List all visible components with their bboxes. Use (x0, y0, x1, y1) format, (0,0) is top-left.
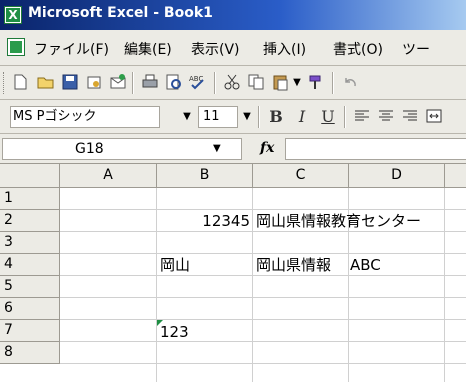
row-header-2[interactable]: 2 (0, 210, 60, 232)
permission-icon[interactable] (84, 73, 104, 93)
font-size-select[interactable]: 11 (198, 106, 238, 128)
toolbar-grip[interactable] (3, 72, 7, 94)
row-header-8[interactable]: 8 (0, 342, 60, 364)
undo-icon[interactable] (340, 73, 360, 93)
column-header-c[interactable]: C (253, 164, 349, 188)
align-left-icon[interactable] (352, 107, 372, 127)
open-folder-icon[interactable] (36, 73, 56, 93)
email-icon[interactable] (108, 73, 128, 93)
name-box-dropdown-icon[interactable]: ▼ (213, 139, 221, 159)
insert-function-button[interactable]: fx (260, 140, 274, 156)
new-document-icon[interactable] (10, 73, 30, 93)
gridline (60, 363, 466, 364)
column-header-b[interactable]: B (157, 164, 253, 188)
name-box[interactable]: G18 ▼ (2, 138, 242, 160)
print-preview-icon[interactable] (164, 73, 184, 93)
spelling-icon[interactable]: ABC (188, 73, 208, 93)
bold-button[interactable]: B (266, 107, 286, 127)
formatting-toolbar: MS Pゴシック ▼ 11 ▼ B I U (0, 100, 466, 134)
column-header-e[interactable] (445, 164, 466, 188)
format-painter-icon[interactable] (306, 73, 326, 93)
row-header-6[interactable]: 6 (0, 298, 60, 320)
window-title: Microsoft Excel - Book1 (28, 5, 213, 21)
toolbar-separator (214, 72, 216, 94)
cell-c4[interactable]: 岡山県情報 (256, 254, 348, 276)
excel-app-icon[interactable]: X (4, 6, 22, 24)
underline-button[interactable]: U (318, 107, 338, 127)
cell-b2[interactable]: 12345 (157, 210, 250, 232)
save-icon[interactable] (60, 73, 80, 93)
toolbar-separator (332, 72, 334, 94)
toolbar-separator (344, 106, 346, 128)
menu-format[interactable]: 書式(O) (333, 39, 383, 59)
menu-bar: ファイル(F) 編集(E) 表示(V) 挿入(I) 書式(O) ツー (0, 30, 466, 66)
toolbar-separator (132, 72, 134, 94)
gridline (60, 297, 466, 298)
select-all-corner[interactable] (0, 164, 60, 188)
cut-icon[interactable] (222, 73, 242, 93)
menu-insert[interactable]: 挿入(I) (263, 39, 306, 59)
gridline (252, 188, 253, 382)
title-bar: X Microsoft Excel - Book1 (0, 0, 466, 30)
row-header-4[interactable]: 4 (0, 254, 60, 276)
row-header-7[interactable]: 7 (0, 320, 60, 342)
gridline (444, 188, 445, 382)
paste-icon[interactable] (270, 73, 290, 93)
row-header-1[interactable]: 1 (0, 188, 60, 210)
cell-b4[interactable]: 岡山 (160, 254, 190, 276)
print-icon[interactable] (140, 73, 160, 93)
row-header-5[interactable]: 5 (0, 276, 60, 298)
paste-dropdown-icon[interactable]: ▼ (290, 73, 304, 93)
standard-toolbar: ABC ▼ (0, 66, 466, 100)
menu-edit[interactable]: 編集(E) (124, 39, 172, 59)
align-right-icon[interactable] (400, 107, 420, 127)
font-name-dropdown-icon[interactable]: ▼ (180, 107, 194, 127)
menu-tools[interactable]: ツー (402, 39, 430, 59)
merge-center-icon[interactable] (424, 107, 444, 127)
menu-view[interactable]: 表示(V) (191, 39, 240, 59)
cell-c2[interactable]: 岡山県情報教育センター (256, 210, 421, 232)
cell-b7[interactable]: 123 (160, 321, 189, 343)
toolbar-separator (258, 106, 260, 128)
name-box-value: G18 (75, 141, 104, 157)
font-size-dropdown-icon[interactable]: ▼ (240, 107, 254, 127)
column-header-a[interactable]: A (60, 164, 157, 188)
gridline (60, 341, 466, 342)
gridline (60, 319, 466, 320)
formula-input[interactable] (285, 138, 466, 160)
menu-file[interactable]: ファイル(F) (34, 39, 109, 59)
align-center-icon[interactable] (376, 107, 396, 127)
column-header-d[interactable]: D (349, 164, 445, 188)
formula-bar: G18 ▼ fx (0, 134, 466, 164)
italic-button[interactable]: I (292, 107, 312, 127)
font-name-select[interactable]: MS Pゴシック (10, 106, 160, 128)
worksheet-grid[interactable]: A B C D 1 2 3 4 5 6 7 8 12345 岡山県情報教育センタ… (0, 164, 466, 382)
row-header-3[interactable]: 3 (0, 232, 60, 254)
cell-d4[interactable]: ABC (350, 254, 381, 276)
workbook-icon[interactable] (7, 38, 25, 56)
copy-icon[interactable] (246, 73, 266, 93)
